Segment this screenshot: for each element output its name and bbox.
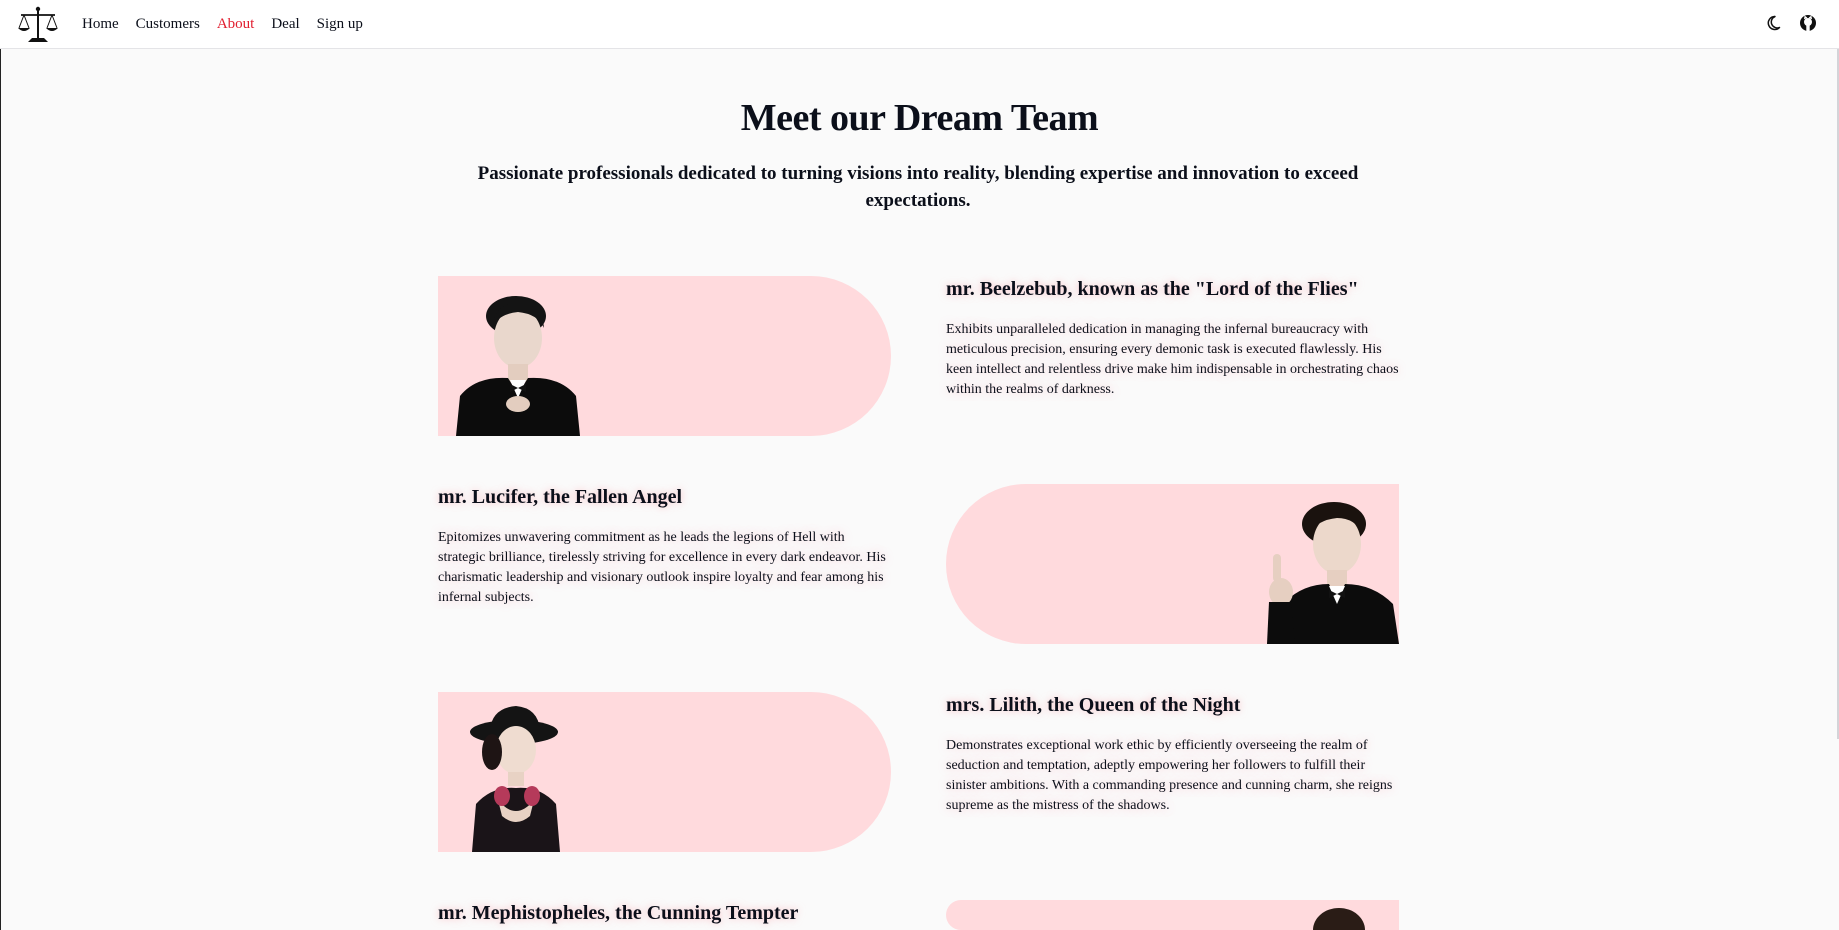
github-icon[interactable] (1799, 14, 1817, 32)
nav-about[interactable]: About (217, 14, 255, 34)
lilith-portrait (470, 706, 560, 852)
member-photo-card (438, 276, 891, 436)
left-border (0, 49, 1, 930)
main-nav: Home Customers About Deal Sign up (82, 14, 380, 34)
mephistopheles-portrait (1313, 908, 1365, 930)
nav-deal[interactable]: Deal (271, 14, 299, 34)
member-name: mrs. Lilith, the Queen of the Night (946, 694, 1241, 716)
member-photo-card (438, 692, 891, 852)
member-photo-card (946, 484, 1399, 644)
header-actions (1767, 14, 1817, 32)
member-name: mr. Mephistopheles, the Cunning Tempter (438, 902, 799, 924)
member-name: mr. Beelzebub, known as the "Lord of the… (946, 278, 1359, 300)
member-description: Demonstrates exceptional work ethic by e… (946, 738, 1393, 813)
scales-of-justice-icon[interactable] (18, 6, 58, 44)
member-description: Exhibits unparalleled dedication in mana… (946, 322, 1399, 397)
nav-customers[interactable]: Customers (136, 14, 200, 34)
member-description: Epitomizes unwavering commitment as he l… (438, 530, 886, 605)
page-subtitle: Passionate professionals dedicated to tu… (477, 163, 1359, 211)
member-photo-card (946, 900, 1399, 930)
top-navbar: Home Customers About Deal Sign up (0, 0, 1839, 49)
nav-home[interactable]: Home (82, 14, 119, 34)
nav-sign-up[interactable]: Sign up (317, 14, 363, 34)
moon-icon[interactable] (1767, 14, 1785, 32)
page-title: Meet our Dream Team (740, 97, 1099, 139)
lucifer-portrait (1267, 502, 1399, 644)
member-name: mr. Lucifer, the Fallen Angel (438, 486, 683, 508)
beelzebub-portrait (456, 296, 580, 436)
